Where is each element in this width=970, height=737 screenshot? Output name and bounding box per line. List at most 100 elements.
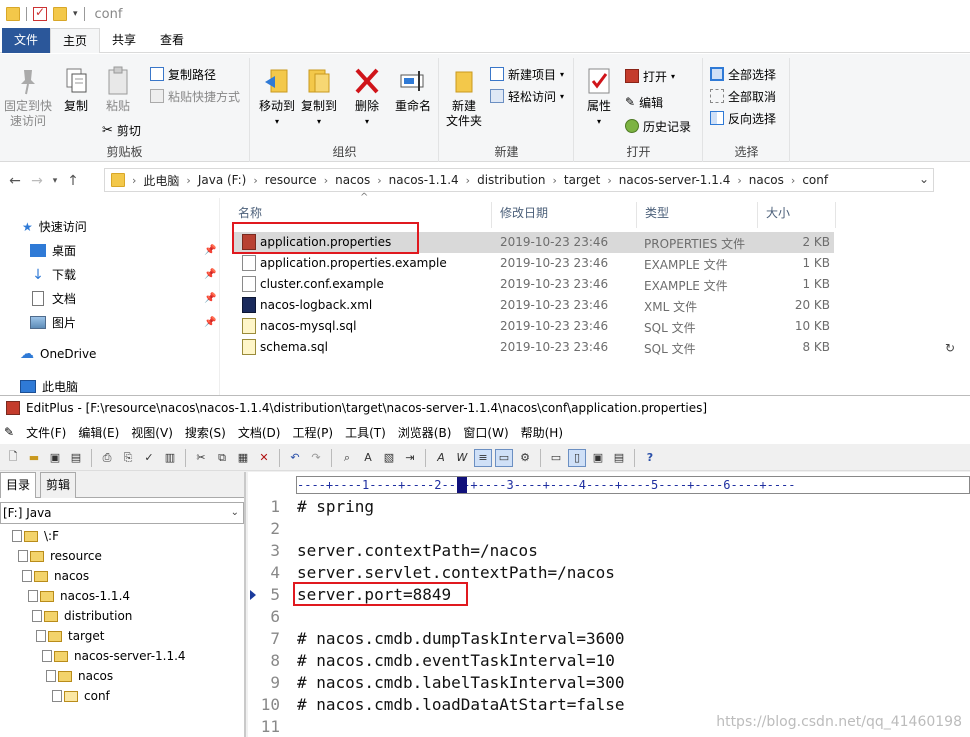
settings-icon[interactable]: ⚙ — [516, 449, 534, 467]
breadcrumb-item[interactable]: nacos-server-1.1.4 — [615, 173, 735, 187]
breadcrumb-separator[interactable]: › — [250, 174, 260, 187]
goto-line-icon[interactable]: ⇥ — [401, 449, 419, 467]
breadcrumb-item[interactable]: distribution — [473, 173, 549, 187]
chevron-down-icon[interactable]: ▾ — [73, 9, 78, 19]
tree-expander[interactable] — [36, 630, 46, 642]
copy-path-button[interactable]: 复制路径 — [150, 64, 216, 84]
invert-selection-button[interactable]: 反向选择 — [710, 108, 776, 128]
ruler-toggle-icon[interactable]: ▭ — [495, 448, 513, 467]
column-header-type[interactable]: 类型 — [637, 202, 758, 228]
new-folder-button[interactable]: 新建 文件夹 — [444, 66, 484, 129]
print-icon[interactable]: ⎘ — [119, 449, 137, 467]
file-row[interactable]: application.properties.example 2019-10-2… — [234, 253, 834, 274]
delete-icon[interactable]: ✕ — [255, 449, 273, 467]
menu-document[interactable]: 文档(D) — [232, 424, 287, 441]
print-preview-icon[interactable]: ⎙ — [98, 449, 116, 467]
history-button[interactable]: 历史记录 — [625, 116, 691, 136]
breadcrumb-separator[interactable]: › — [463, 174, 473, 187]
editor-pane[interactable]: ----+----1----+----2----+----3----+----4… — [248, 472, 970, 737]
tab-cliptext[interactable]: 剪辑 — [40, 472, 77, 498]
open-button[interactable]: 打开 ▾ — [625, 66, 675, 86]
breadcrumb-separator[interactable]: › — [183, 174, 193, 187]
pin-icon[interactable]: 📌 — [204, 293, 216, 304]
word-wrap-icon[interactable]: ≡ — [474, 448, 492, 467]
breadcrumb-separator[interactable]: › — [604, 174, 614, 187]
nav-item-pictures[interactable]: 图片 — [30, 314, 76, 331]
tree-expander[interactable] — [46, 670, 56, 682]
pin-icon[interactable]: 📌 — [204, 317, 216, 328]
pin-quick-access-button[interactable]: 固定到快 速访问 — [2, 66, 54, 129]
new-item-button[interactable]: 新建项目 ▾ — [490, 64, 564, 84]
copy-icon[interactable]: ⧉ — [213, 449, 231, 467]
address-bar[interactable]: › 此电脑 › Java (F:) › resource › nacos › n… — [104, 168, 934, 192]
file-row[interactable]: cluster.conf.example 2019-10-23 23:46 EX… — [234, 274, 834, 295]
select-all-button[interactable]: 全部选择 — [710, 64, 776, 84]
menu-edit[interactable]: 编辑(E) — [72, 424, 125, 441]
nav-quick-access[interactable]: ★ 快速访问 — [22, 218, 87, 235]
tree-item[interactable]: distribution — [32, 609, 132, 623]
tree-expander[interactable] — [28, 590, 38, 602]
delete-button[interactable]: 删除 ▾ — [349, 66, 385, 129]
cliptext-icon[interactable]: ▤ — [610, 449, 628, 467]
save-icon[interactable]: ▣ — [46, 449, 64, 467]
pin-icon[interactable]: 📌 — [204, 245, 216, 256]
breadcrumb-item[interactable]: nacos — [331, 173, 374, 187]
breadcrumb-separator[interactable]: › — [734, 174, 744, 187]
forward-arrow-icon[interactable]: → — [26, 173, 48, 189]
breadcrumb-item[interactable]: nacos-1.1.4 — [385, 173, 463, 187]
move-to-button[interactable]: 移动到 ▾ — [257, 66, 297, 129]
new-file-icon[interactable]: 🗋 — [4, 449, 22, 467]
properties-button[interactable]: 属性 ▾ — [579, 66, 619, 129]
breadcrumb-item-current[interactable]: conf — [798, 173, 832, 187]
tab-directory[interactable]: 目录 — [0, 472, 37, 498]
edit-button[interactable]: ✎ 编辑 — [625, 92, 663, 112]
find-in-files-icon[interactable]: ▧ — [380, 449, 398, 467]
paste-shortcut-button[interactable]: 粘贴快捷方式 — [150, 86, 240, 106]
nav-item-downloads[interactable]: ↓ 下载 — [30, 266, 76, 283]
breadcrumb-item[interactable]: target — [560, 173, 605, 187]
tree-item[interactable]: nacos-server-1.1.4 — [42, 649, 186, 663]
menu-file[interactable]: 文件(F) — [20, 424, 72, 441]
breadcrumb-separator[interactable]: › — [788, 174, 798, 187]
rename-button[interactable]: 重命名 — [391, 66, 435, 114]
address-dropdown-icon[interactable]: ⌄ — [919, 172, 929, 186]
menu-view[interactable]: 视图(V) — [125, 424, 179, 441]
tab-share[interactable]: 共享 — [100, 28, 148, 53]
breadcrumb-item[interactable]: resource — [261, 173, 321, 187]
tree-expander[interactable] — [32, 610, 42, 622]
spell-check-icon[interactable]: ✓ — [140, 449, 158, 467]
easy-access-button[interactable]: 轻松访问 ▾ — [490, 86, 564, 106]
output-window-icon[interactable]: ▣ — [589, 449, 607, 467]
redo-icon[interactable]: ↷ — [307, 449, 325, 467]
menu-project[interactable]: 工程(P) — [286, 424, 339, 441]
help-icon[interactable]: ? — [641, 449, 659, 467]
tree-expander[interactable] — [42, 650, 52, 662]
drive-select[interactable]: [F:] Java ⌄ — [0, 502, 244, 524]
nav-onedrive[interactable]: ☁ OneDrive — [20, 346, 96, 362]
breadcrumb-separator[interactable]: › — [321, 174, 331, 187]
copy-button[interactable]: 复制 — [58, 66, 94, 114]
save-all-icon[interactable]: ▤ — [67, 449, 85, 467]
tree-expander[interactable] — [22, 570, 32, 582]
menu-tools[interactable]: 工具(T) — [339, 424, 392, 441]
breadcrumb-item[interactable]: nacos — [745, 173, 788, 187]
replace-icon[interactable]: A — [359, 449, 377, 467]
file-row[interactable]: nacos-mysql.sql 2019-10-23 23:46 SQL 文件 … — [234, 316, 834, 337]
tree-item[interactable]: nacos — [46, 669, 113, 683]
tree-expander[interactable] — [12, 530, 22, 542]
up-arrow-icon[interactable]: ↑ — [62, 173, 84, 189]
menu-browser[interactable]: 浏览器(B) — [392, 424, 458, 441]
column-header-size[interactable]: 大小 — [758, 202, 836, 228]
select-none-button[interactable]: 全部取消 — [710, 86, 776, 106]
tree-item[interactable]: nacos-1.1.4 — [28, 589, 130, 603]
menu-search[interactable]: 搜索(S) — [179, 424, 232, 441]
tree-item[interactable]: target — [36, 629, 105, 643]
paste-button[interactable]: 粘贴 — [100, 66, 136, 114]
breadcrumb-separator[interactable]: › — [549, 174, 559, 187]
column-header-date[interactable]: 修改日期 — [492, 202, 637, 228]
font-icon[interactable]: A — [432, 449, 450, 467]
directory-window-icon[interactable]: ▯ — [568, 448, 586, 467]
tab-file[interactable]: 文件 — [2, 28, 51, 53]
cut-button[interactable]: ✂ 剪切 — [102, 120, 141, 140]
recent-chevron-icon[interactable]: ▾ — [48, 176, 62, 186]
